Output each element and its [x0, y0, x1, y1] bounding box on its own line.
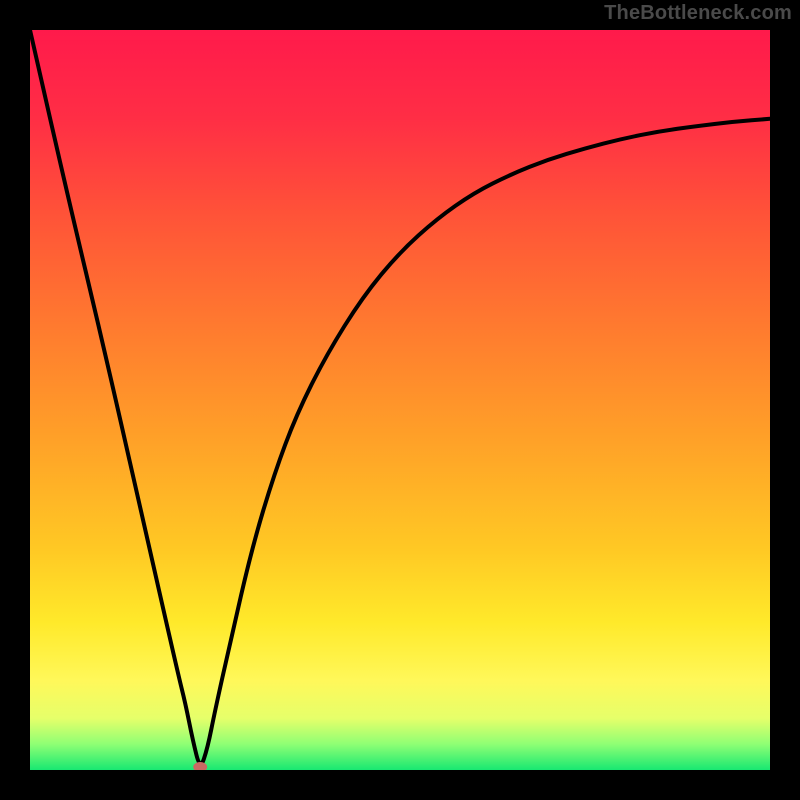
watermark-text: TheBottleneck.com [604, 2, 792, 25]
bottleneck-chart [30, 30, 770, 770]
gradient-background [30, 30, 770, 770]
plot-area [30, 30, 770, 770]
chart-frame: TheBottleneck.com [0, 0, 800, 800]
